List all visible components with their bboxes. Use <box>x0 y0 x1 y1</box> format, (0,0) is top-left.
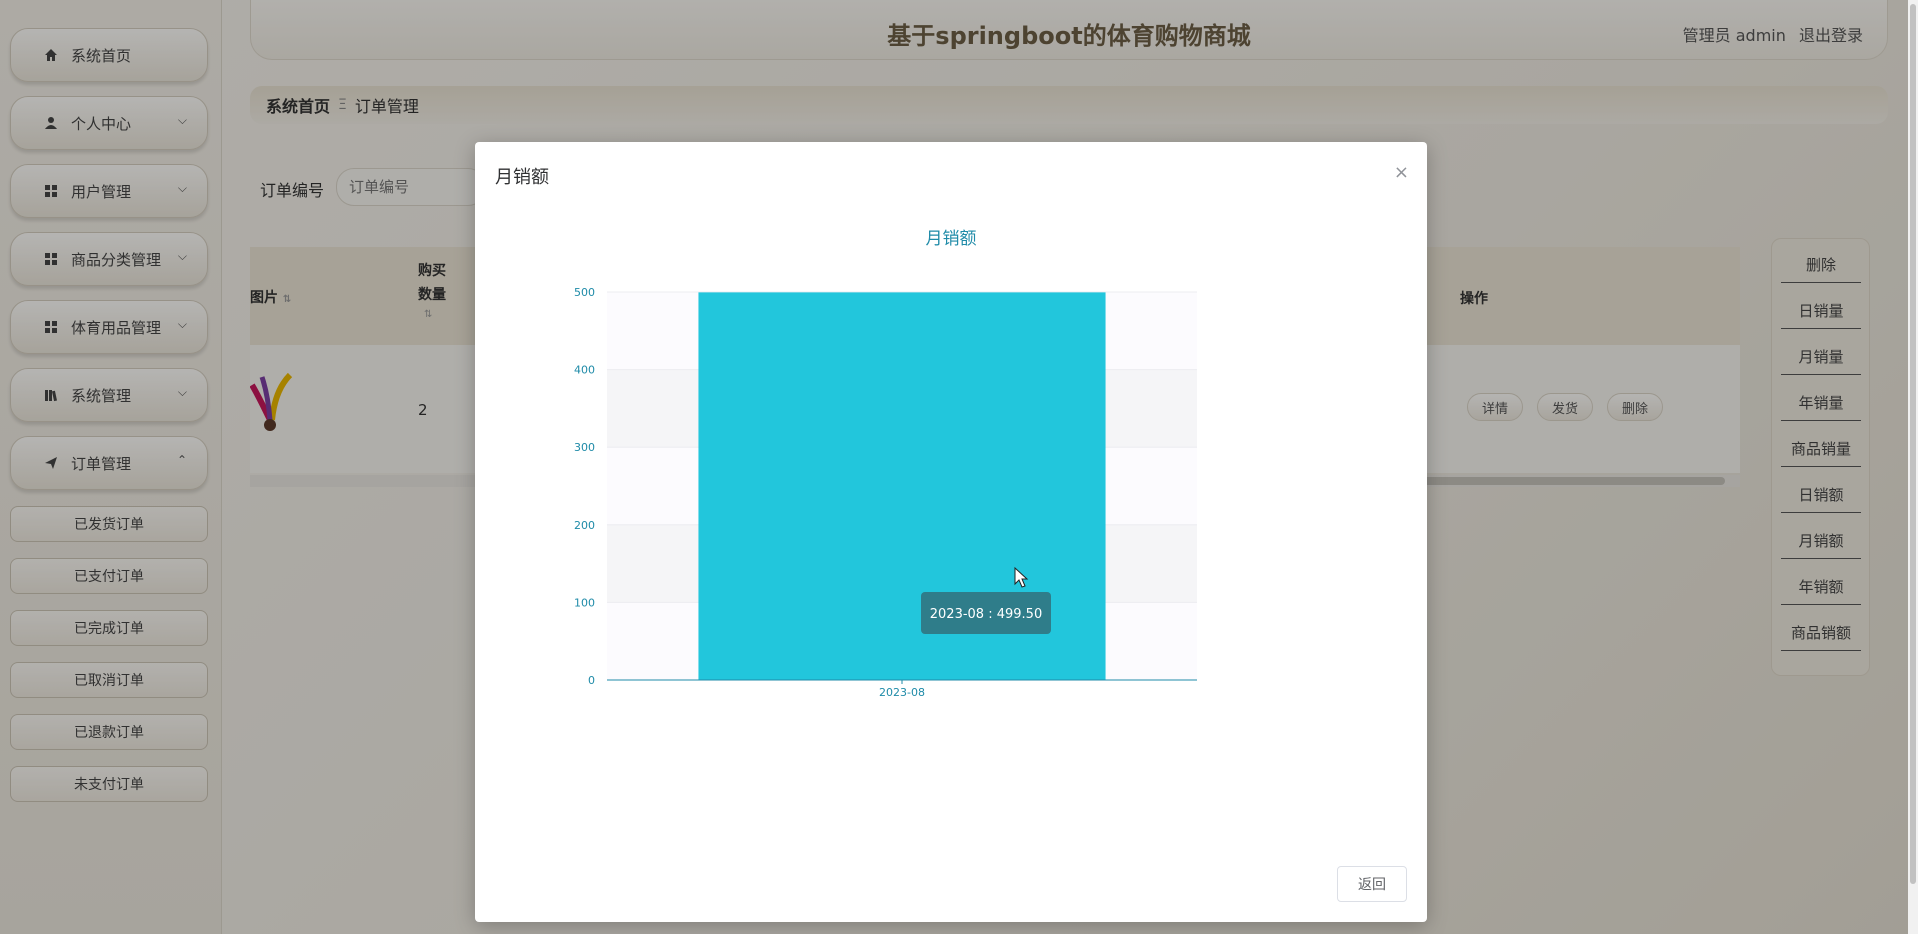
monthly-sales-chart: 月销额 0 100 200 300 400 500 2023-08 2023-08 : 4… <box>574 229 1197 699</box>
chart-title: 月销额 <box>926 229 977 249</box>
return-button[interactable]: 返回 <box>1337 866 1407 902</box>
dialog-title: 月销额 <box>495 167 549 188</box>
y-tick-label: 100 <box>574 596 595 609</box>
monthly-sales-dialog: 月销额 × 月销额 0 100 200 300 400 500 2023-08 2023-… <box>475 142 1427 922</box>
page-vertical-scrollbar[interactable] <box>1908 0 1918 934</box>
y-tick-label: 0 <box>588 674 595 687</box>
y-tick-label: 400 <box>574 364 595 377</box>
x-axis: 2023-08 <box>607 679 1197 699</box>
app-background: 系统首页 个人中心 ⌵ 用户管理 ⌵ 商品分类管理 ⌵ 体育用品管理 ⌵ 系统管… <box>0 0 1918 934</box>
y-tick-label: 500 <box>574 286 595 299</box>
tooltip-text: 2023-08 : 499.50 <box>930 607 1042 622</box>
chart-tooltip: 2023-08 : 499.50 <box>921 592 1051 634</box>
y-axis: 0 100 200 300 400 500 <box>574 286 595 687</box>
y-tick-label: 200 <box>574 519 595 532</box>
y-tick-label: 300 <box>574 441 595 454</box>
x-tick-label: 2023-08 <box>879 686 925 699</box>
close-icon[interactable]: × <box>1394 162 1409 183</box>
page-scrollbar-thumb[interactable] <box>1910 4 1916 884</box>
